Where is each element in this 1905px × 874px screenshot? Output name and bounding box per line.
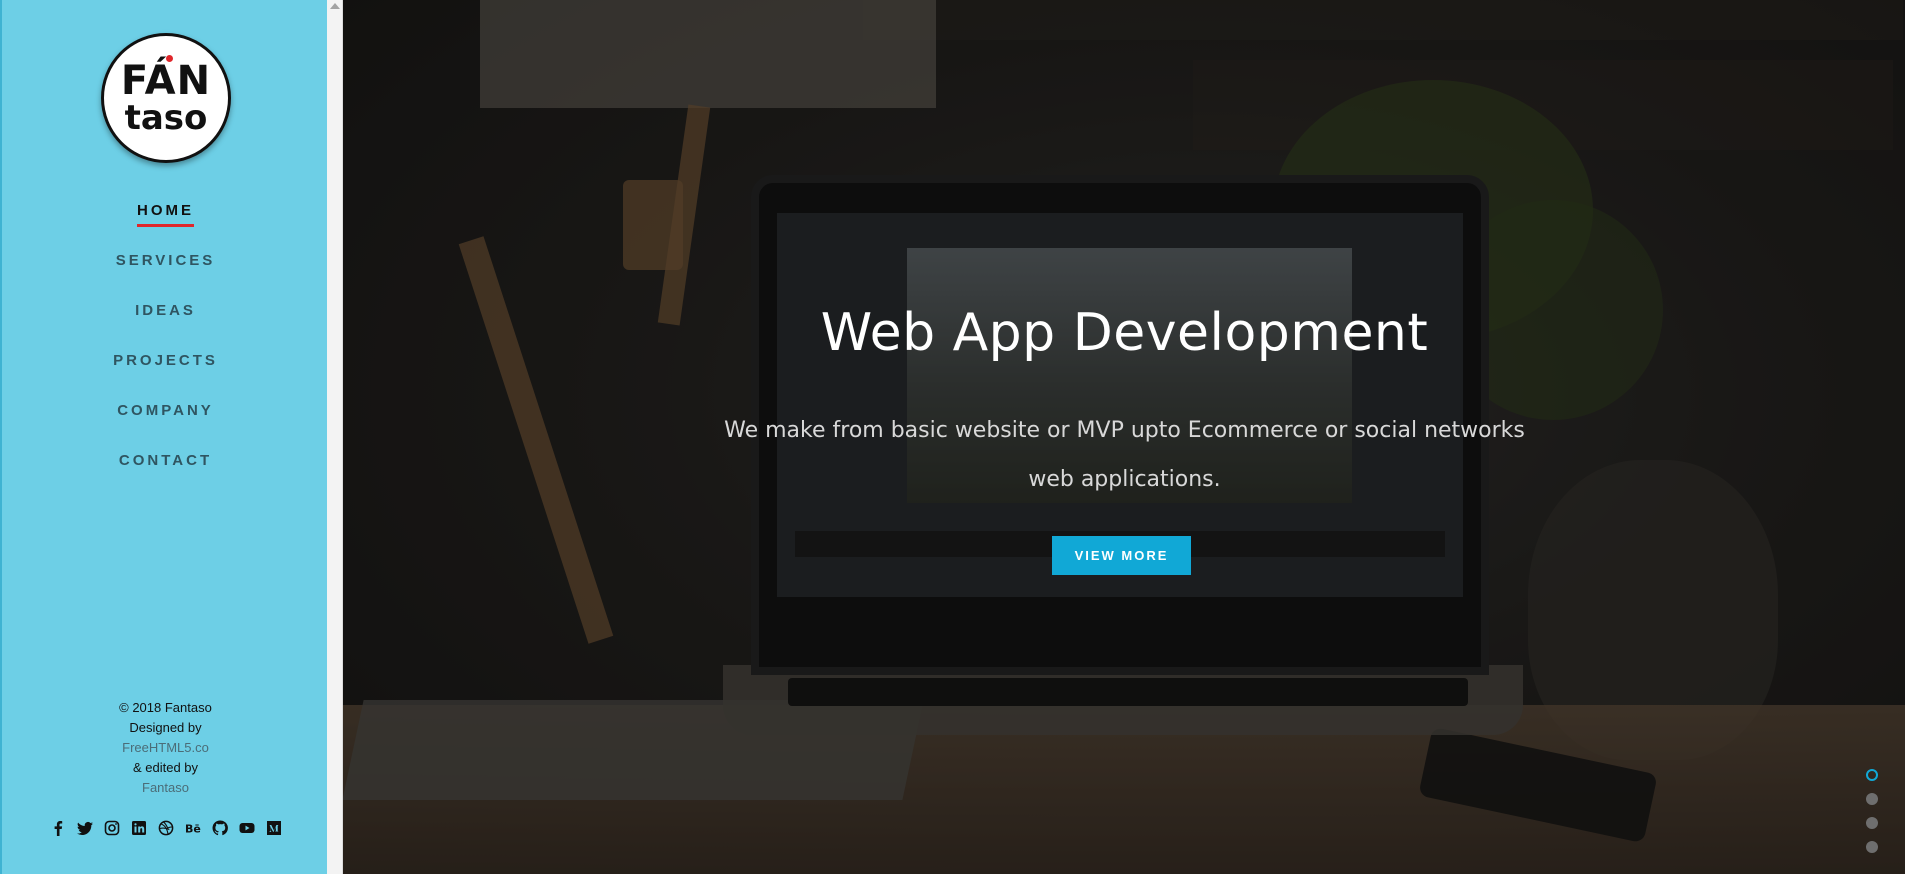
- edited-by-text: & edited by: [132, 760, 199, 775]
- sidebar: FÁN taso HOME SERVICES IDEAS PROJECTS CO…: [0, 0, 327, 874]
- nav-item-projects[interactable]: PROJECTS: [2, 346, 329, 396]
- sidebar-footer: © 2018 Fantaso Designed by FreeHTML5.co …: [2, 698, 329, 798]
- nav-item-company[interactable]: COMPANY: [2, 396, 329, 446]
- medium-icon[interactable]: [266, 820, 282, 836]
- twitter-icon[interactable]: [76, 820, 93, 836]
- linkedin-icon[interactable]: [131, 820, 147, 836]
- sidebar-scrollbar[interactable]: [327, 0, 343, 874]
- hero-subtitle: We make from basic website or MVP upto E…: [724, 418, 1525, 492]
- nav-item-contact[interactable]: CONTACT: [2, 446, 329, 496]
- behance-icon[interactable]: Bē: [185, 820, 201, 836]
- main-nav: HOME SERVICES IDEAS PROJECTS COMPANY CON…: [2, 196, 329, 496]
- copyright-text: © 2018 Fantaso: [119, 700, 212, 715]
- svg-text:Bē: Bē: [185, 823, 201, 836]
- hero-section: Web App Development We make from basic w…: [343, 0, 1905, 874]
- designer-link[interactable]: FreeHTML5.co: [122, 740, 209, 755]
- dribbble-icon[interactable]: [158, 820, 174, 836]
- github-icon[interactable]: [212, 820, 228, 836]
- social-links: Bē: [2, 820, 329, 836]
- slide-dot-1[interactable]: [1866, 769, 1878, 781]
- slide-dot-4[interactable]: [1866, 841, 1878, 853]
- slide-dot-3[interactable]: [1866, 817, 1878, 829]
- instagram-icon[interactable]: [104, 820, 120, 836]
- scroll-up-arrow-icon[interactable]: [330, 3, 340, 9]
- logo-text-line2: taso: [124, 98, 208, 138]
- youtube-icon[interactable]: [239, 820, 255, 836]
- facebook-icon[interactable]: [50, 820, 66, 836]
- slide-dot-2[interactable]: [1866, 793, 1878, 805]
- slide-pagination: [1866, 769, 1880, 865]
- nav-item-home[interactable]: HOME: [2, 196, 329, 246]
- nav-item-ideas[interactable]: IDEAS: [2, 296, 329, 346]
- hero-title: Web App Development: [820, 303, 1429, 363]
- site-logo[interactable]: FÁN taso: [101, 33, 231, 163]
- editor-link[interactable]: Fantaso: [142, 780, 189, 795]
- logo-text-line1: FÁN: [120, 58, 212, 104]
- nav-item-services[interactable]: SERVICES: [2, 246, 329, 296]
- view-more-button[interactable]: VIEW MORE: [1052, 536, 1191, 575]
- designed-by-text: Designed by: [129, 720, 202, 735]
